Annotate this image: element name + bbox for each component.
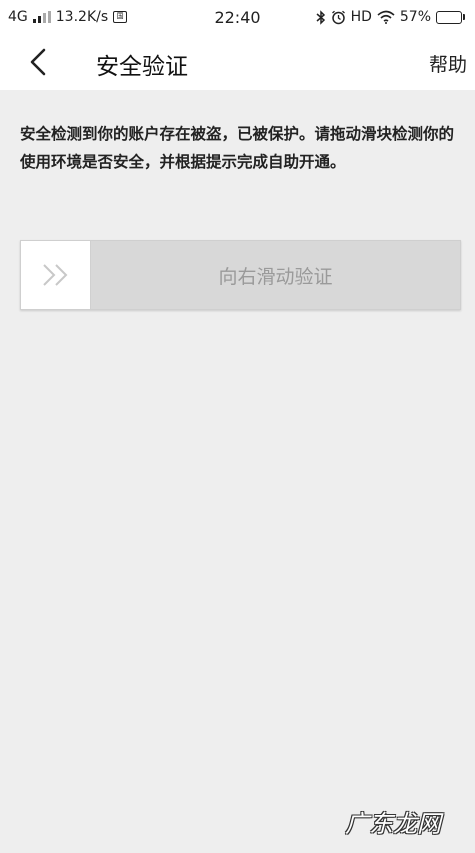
help-button[interactable]: 帮助: [429, 50, 467, 77]
wifi-icon: [377, 10, 395, 24]
alarm-icon: [331, 10, 345, 24]
bluetooth-icon: [316, 9, 325, 25]
sim-badge-icon: 国: [113, 11, 128, 23]
battery-icon: [436, 10, 465, 24]
status-right: HD 57%: [316, 9, 465, 25]
slide-verify-track[interactable]: 向右滑动验证: [20, 240, 461, 310]
hd-indicator: HD: [350, 9, 372, 25]
slide-verify-label: 向右滑动验证: [218, 265, 333, 288]
signal-icon: [32, 11, 51, 23]
nav-bar: 安全验证 帮助: [0, 34, 475, 90]
battery-percent: 57%: [399, 9, 431, 25]
page-title: 安全验证: [96, 54, 188, 80]
status-bar: 4G 13.2K/s 国 22:40 HD 57%: [0, 0, 475, 34]
network-type: 4G: [8, 9, 28, 25]
slide-verify-handle[interactable]: [21, 241, 91, 309]
chevron-left-icon: [30, 48, 46, 76]
back-button[interactable]: [22, 46, 54, 78]
status-left: 4G 13.2K/s 国: [8, 9, 128, 25]
network-speed: 13.2K/s: [55, 9, 109, 25]
watermark-logo: 广东龙网: [345, 810, 441, 838]
security-notice: 安全检测到你的账户存在被盗，已被保护。请拖动滑块检测你的使用环境是否安全，并根据…: [20, 125, 455, 171]
double-chevron-right-icon: [42, 264, 67, 286]
